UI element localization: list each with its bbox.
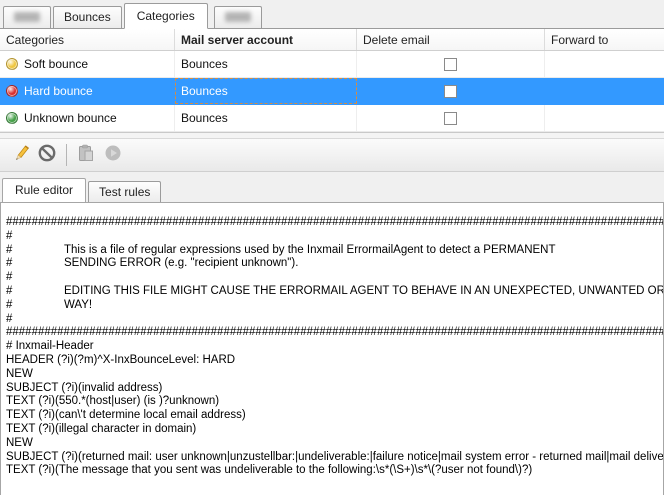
soft-bounce-status-dot-icon [6,58,18,70]
main-tab-label: Categories [137,9,195,23]
editor-line: TEXT (?i)(illegal character in domain) [6,423,663,437]
mail-server-account-cell[interactable]: Bounces [175,51,357,77]
editor-line: # WAY! [6,299,663,313]
redacted-tab-label [225,12,251,22]
play-icon [103,143,123,168]
main-tab-label: Bounces [64,10,111,24]
redacted-tab-label [14,12,40,22]
mail-server-account-cell[interactable]: Bounces [175,105,357,131]
column-header-mail-server-account[interactable]: Mail server account [175,29,357,50]
errormail-agent-window: BouncesCategories Categories Mail server… [0,0,664,495]
editor-line: NEW [6,368,663,382]
main-tab-bar: Bounces Categories [0,0,664,29]
editor-tab-bar: Rule editor Test rules [0,172,664,202]
unknown-bounce-status-dot-icon [6,112,18,124]
hard-bounce-status-dot-icon [6,85,18,97]
editor-tab-test-rules[interactable]: Test rules [88,181,161,202]
editor-line: # This is a file of regular expressions … [6,244,663,258]
categories-table: Categories Mail server account Delete em… [0,29,664,133]
category-label: Hard bounce [24,84,93,98]
table-body: Soft bounceBouncesHard bounceBouncesUnkn… [0,51,664,132]
edit-rule-button[interactable] [8,143,32,167]
mail-server-account-cell[interactable]: Bounces [175,78,357,104]
run-button[interactable] [101,143,125,167]
main-tab-redacted-0[interactable] [3,6,51,28]
editor-line: SUBJECT (?i)(returned mail: user unknown… [6,451,663,465]
paste-button[interactable] [74,143,98,167]
column-header-categories[interactable]: Categories [0,29,175,50]
block-icon [37,143,57,168]
editor-line: # [6,313,663,327]
main-tab-redacted-3[interactable] [214,6,262,28]
editor-tab-rule-editor[interactable]: Rule editor [2,178,86,203]
table-row[interactable]: Soft bounce Bounces [0,51,664,78]
category-label: Soft bounce [24,57,88,71]
editor-line: # [6,271,663,285]
category-label: Unknown bounce [24,111,117,125]
rule-editor-content: ########################################… [6,216,663,478]
editor-tab-label: Test rules [99,185,150,199]
main-tab-categories[interactable]: Categories [124,3,208,29]
table-row[interactable]: Unknown bounce Bounces [0,105,664,132]
pencil-icon [10,143,30,168]
forward-to-cell[interactable] [545,51,664,77]
editor-line: TEXT (?i)(550.*(host|user) (is )?unknown… [6,395,663,409]
editor-line: # Inxmail-Header [6,340,663,354]
clipboard-icon [76,143,96,168]
editor-line: # EDITING THIS FILE MIGHT CAUSE THE ERRO… [6,285,663,299]
column-header-delete-email[interactable]: Delete email [357,29,545,50]
main-tab-bounces[interactable]: Bounces [53,6,122,28]
delete-email-checkbox[interactable] [444,58,457,71]
table-header-row: Categories Mail server account Delete em… [0,29,664,51]
editor-line: # SENDING ERROR (e.g. "recipient unknown… [6,257,663,271]
editor-line: TEXT (?i)(The message that you sent was … [6,464,663,478]
forward-to-cell[interactable] [545,78,664,104]
editor-line: ########################################… [6,216,663,230]
rule-editor-textarea[interactable]: ########################################… [0,202,664,495]
column-header-forward-to[interactable]: Forward to [545,29,664,50]
editor-tab-label: Rule editor [15,183,73,197]
editor-line: NEW [6,437,663,451]
table-row[interactable]: Hard bounce Bounces [0,78,664,105]
editor-line: TEXT (?i)(can\'t determine local email a… [6,409,663,423]
toolbar-separator [66,144,67,166]
editor-line: HEADER (?i)(?m)^X-InxBounceLevel: HARD [6,354,663,368]
editor-line: # [6,230,663,244]
editor-line: SUBJECT (?i)(invalid address) [6,382,663,396]
editor-line: ########################################… [6,326,663,340]
delete-email-checkbox[interactable] [444,112,457,125]
block-rule-button[interactable] [35,143,59,167]
forward-to-cell[interactable] [545,105,664,131]
toolbar [0,138,664,172]
delete-email-checkbox[interactable] [444,85,457,98]
